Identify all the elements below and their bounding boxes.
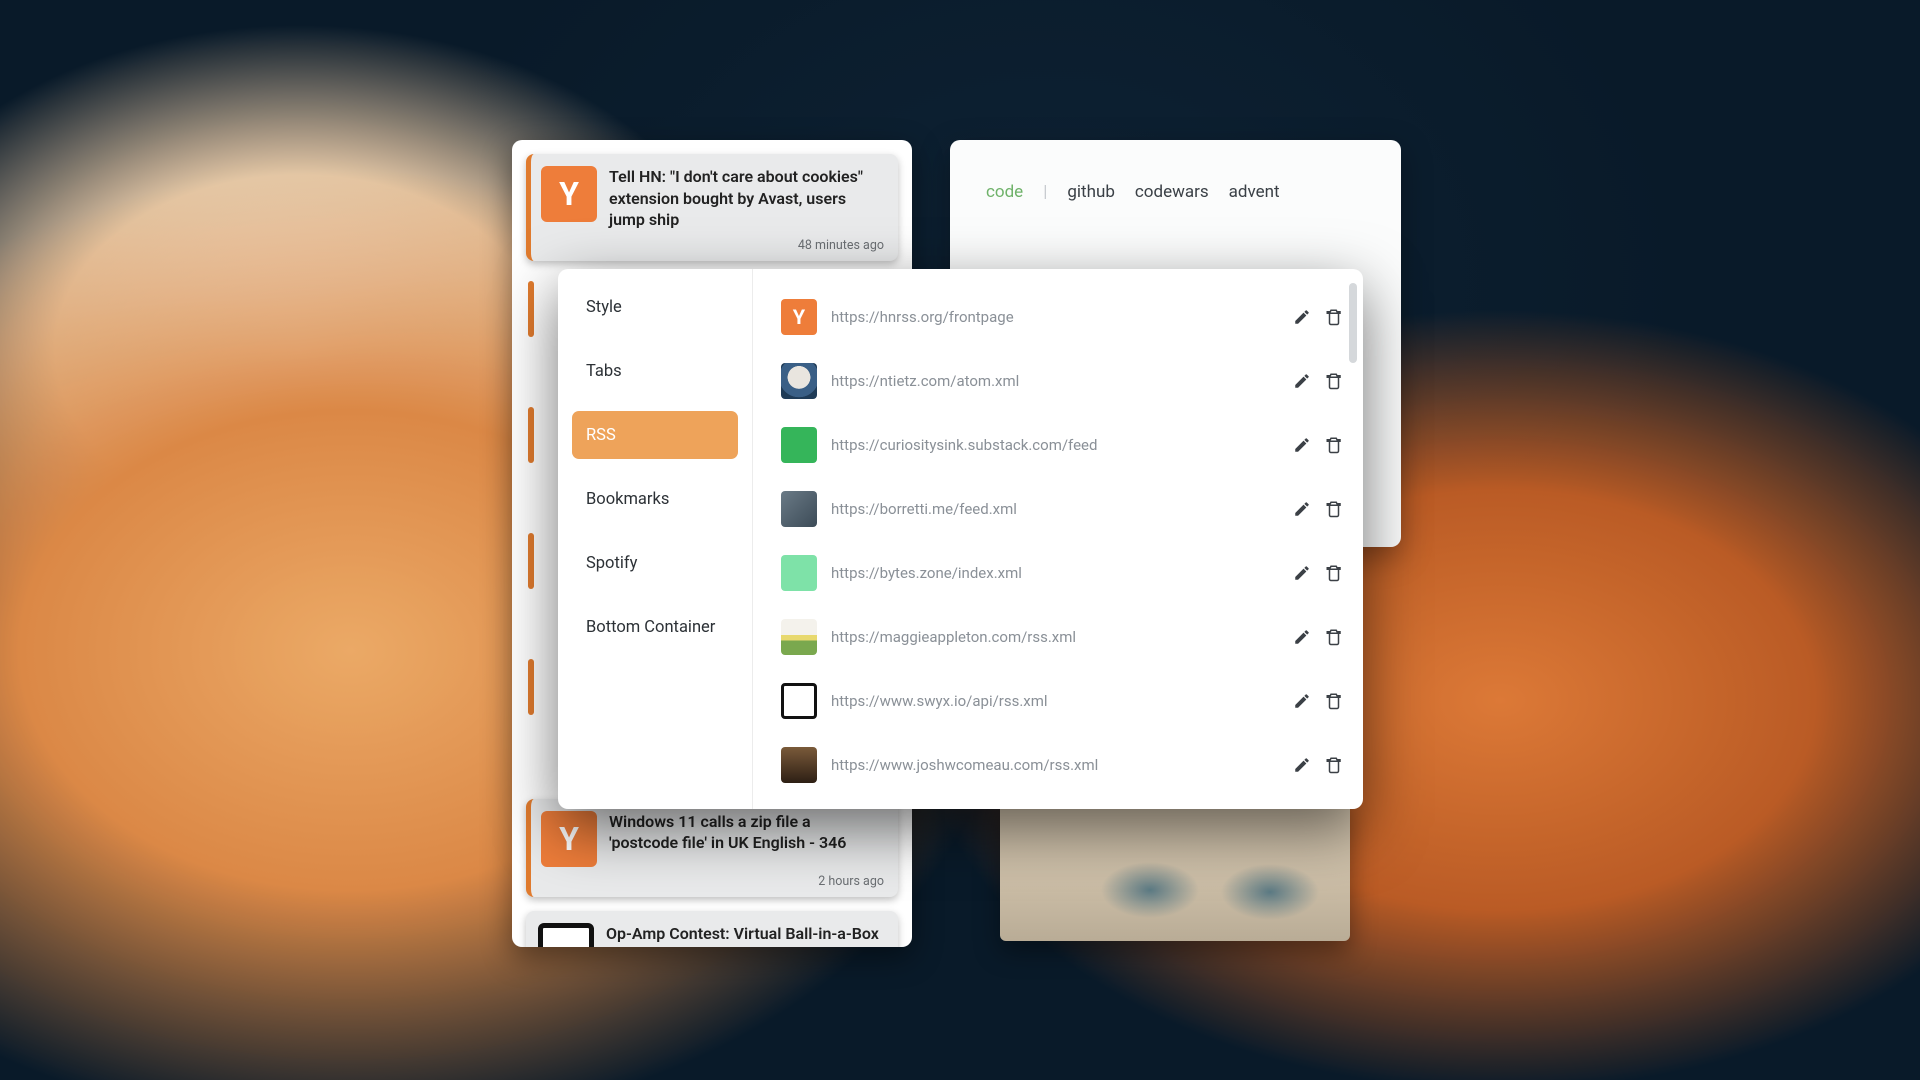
settings-nav-rss[interactable]: RSS [572, 411, 738, 459]
rss-feed-list: Yhttps://hnrss.org/frontpage https://ntie… [781, 285, 1343, 797]
delete-icon[interactable] [1325, 564, 1343, 582]
feed-url: https://curiositysink.substack.com/feed [831, 436, 1279, 454]
image-widget [1000, 800, 1350, 941]
scrollbar[interactable] [1349, 283, 1357, 363]
feed-url: https://borretti.me/feed.xml [831, 500, 1279, 518]
rss-feed-row: https://curiositysink.substack.com/feed [781, 413, 1343, 477]
settings-nav-tabs[interactable]: Tabs [572, 347, 738, 395]
feed-url: https://ntietz.com/atom.xml [831, 372, 1279, 390]
edit-icon[interactable] [1293, 436, 1311, 454]
feed-favicon-swyx-icon: [s] [781, 683, 817, 719]
tabs-row: code | github codewars advent [986, 182, 1365, 202]
delete-icon[interactable] [1325, 372, 1343, 390]
settings-nav-bookmarks[interactable]: Bookmarks [572, 475, 738, 523]
hackernews-icon: Y [541, 166, 597, 222]
tab-github[interactable]: github [1067, 182, 1115, 202]
edit-icon[interactable] [1293, 628, 1311, 646]
delete-icon[interactable] [1325, 628, 1343, 646]
feed-item-title: Op-Amp Contest: Virtual Ball-in-a-Box Re… [606, 923, 886, 947]
rss-feed-row: https://borretti.me/feed.xml [781, 477, 1343, 541]
delete-icon[interactable] [1325, 756, 1343, 774]
rss-feed-row: https://maggieappleton.com/rss.xml [781, 605, 1343, 669]
feed-item-time: 2 hours ago [818, 874, 884, 889]
settings-modal: Style Tabs RSS Bookmarks Spotify Bottom … [558, 269, 1363, 809]
tabs-divider: | [1043, 182, 1047, 202]
feed-url: https://bytes.zone/index.xml [831, 564, 1279, 582]
feed-item[interactable]: Op-Amp Contest: Virtual Ball-in-a-Box Re… [526, 911, 898, 947]
feed-favicon-photo-icon [781, 491, 817, 527]
feed-favicon-coffee-icon [781, 363, 817, 399]
site-icon [538, 923, 594, 947]
rss-feed-row: https://ntietz.com/atom.xml [781, 349, 1343, 413]
rss-feed-row: https://bytes.zone/index.xml [781, 541, 1343, 605]
feed-url: https://www.swyx.io/api/rss.xml [831, 692, 1279, 710]
feed-favicon-hn-icon: Y [781, 299, 817, 335]
tab-advent[interactable]: advent [1229, 182, 1280, 202]
settings-nav: Style Tabs RSS Bookmarks Spotify Bottom … [558, 269, 753, 809]
settings-content: Yhttps://hnrss.org/frontpage https://ntie… [753, 269, 1363, 809]
edit-icon[interactable] [1293, 564, 1311, 582]
tab-codewars[interactable]: codewars [1135, 182, 1209, 202]
feed-url: https://www.joshwcomeau.com/rss.xml [831, 756, 1279, 774]
rss-feed-row: https://www.joshwcomeau.com/rss.xml [781, 733, 1343, 797]
edit-icon[interactable] [1293, 308, 1311, 326]
edit-icon[interactable] [1293, 692, 1311, 710]
rss-feed-row: [s] https://www.swyx.io/api/rss.xml [781, 669, 1343, 733]
edit-icon[interactable] [1293, 372, 1311, 390]
delete-icon[interactable] [1325, 500, 1343, 518]
settings-nav-spotify[interactable]: Spotify [572, 539, 738, 587]
feed-item[interactable]: Y Windows 11 calls a zip file a 'postcod… [526, 799, 898, 897]
feed-favicon-mint-icon [781, 555, 817, 591]
feed-item[interactable]: Y Tell HN: "I don't care about cookies" … [526, 154, 898, 261]
settings-nav-bottom[interactable]: Bottom Container [572, 603, 738, 651]
feed-favicon-josh-icon [781, 747, 817, 783]
feed-item-title: Tell HN: "I don't care about cookies" ex… [609, 166, 886, 231]
tab-code[interactable]: code [986, 182, 1023, 202]
feed-item-title: Windows 11 calls a zip file a 'postcode … [609, 811, 886, 854]
edit-icon[interactable] [1293, 500, 1311, 518]
feed-url: https://maggieappleton.com/rss.xml [831, 628, 1279, 646]
rss-feed-row: Yhttps://hnrss.org/frontpage [781, 285, 1343, 349]
feed-item-time: 48 minutes ago [798, 238, 884, 253]
settings-nav-style[interactable]: Style [572, 283, 738, 331]
delete-icon[interactable] [1325, 692, 1343, 710]
delete-icon[interactable] [1325, 436, 1343, 454]
feed-url: https://hnrss.org/frontpage [831, 308, 1279, 326]
hackernews-icon: Y [541, 811, 597, 867]
feed-favicon-flowers-icon [781, 619, 817, 655]
feed-favicon-greencircle-icon [781, 427, 817, 463]
delete-icon[interactable] [1325, 308, 1343, 326]
edit-icon[interactable] [1293, 756, 1311, 774]
